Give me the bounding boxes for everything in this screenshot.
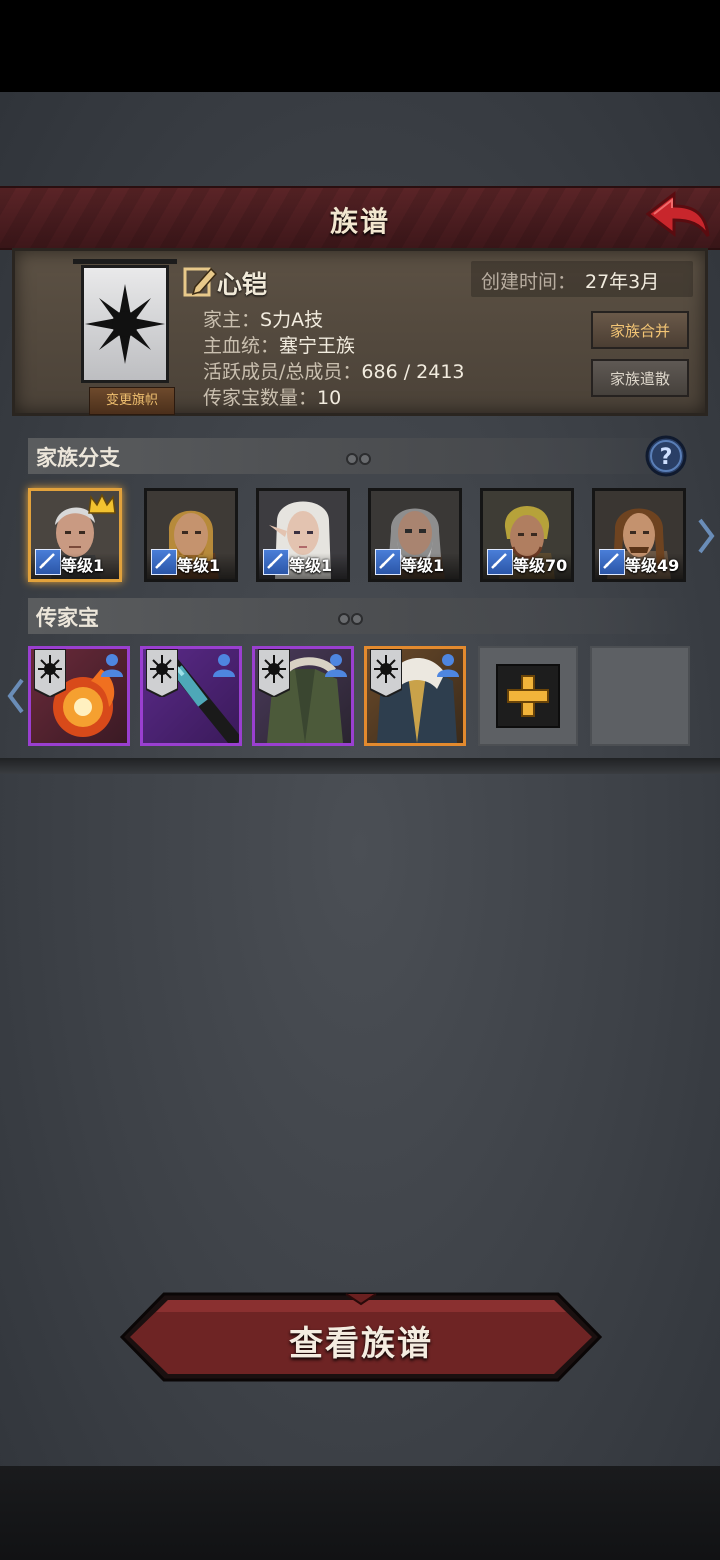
bloodline-label: 主血统： (203, 335, 280, 357)
family-merge-button[interactable]: 家族合并 (591, 311, 689, 349)
heirloom-add-slot (478, 646, 578, 746)
heirloom-count-line: 传家宝数量：10 (203, 383, 341, 410)
sun-emblem-icon (85, 284, 165, 364)
sword-class-icon (599, 549, 625, 575)
heirloom-count-label: 传家宝数量： (203, 387, 318, 409)
plus-icon (507, 675, 549, 717)
page-title: 族谱 (329, 205, 390, 238)
member-level: 等级49 (625, 556, 680, 575)
branch-member-card[interactable]: 等级1 (144, 488, 238, 582)
svg-text:?: ? (660, 445, 673, 470)
owner-person-icon (437, 654, 459, 677)
owner-person-icon (213, 654, 235, 677)
head-value: S力A技 (260, 309, 324, 331)
title-bar: 族谱 (0, 186, 720, 250)
owner-person-icon (325, 654, 347, 677)
bloodline-line: 主血统：塞宁王族 (203, 331, 355, 358)
add-heirloom-button[interactable] (496, 664, 560, 728)
branch-member-card[interactable]: 等级1 (368, 488, 462, 582)
branch-member-card[interactable]: 等级1 (28, 488, 122, 582)
members-value: 686 / 2413 (361, 361, 465, 383)
heirloom-item[interactable] (28, 646, 130, 746)
family-head-line: 家主：S力A技 (203, 305, 323, 332)
heirloom-count-value: 10 (317, 387, 342, 409)
family-flag-icon (370, 649, 402, 697)
family-flag-icon (34, 649, 66, 697)
member-level: 等级1 (61, 556, 105, 575)
sword-class-icon (375, 549, 401, 575)
member-level: 等级1 (401, 556, 445, 575)
prev-page-arrow-icon[interactable] (6, 676, 26, 716)
next-page-arrow-icon[interactable] (696, 516, 716, 556)
branch-member-card[interactable]: 等级49 (592, 488, 686, 582)
sword-class-icon (487, 549, 513, 575)
page-indicator (338, 610, 378, 625)
family-name: 心铠 (217, 270, 268, 299)
branch-member-card[interactable]: 等级70 (480, 488, 574, 582)
members-label: 活跃成员/总成员： (203, 361, 362, 383)
branch-member-card[interactable]: 等级1 (256, 488, 350, 582)
bloodline-value: 塞宁王族 (279, 335, 356, 357)
family-disband-button[interactable]: 家族遣散 (591, 359, 689, 397)
creation-time: 创建时间： 27年3月 (471, 261, 693, 297)
created-value: 27年3月 (585, 271, 660, 293)
head-label: 家主： (203, 309, 261, 331)
member-level: 等级1 (177, 556, 221, 575)
member-level: 等级70 (513, 556, 568, 575)
heirloom-item[interactable] (252, 646, 354, 746)
leader-crown-icon (88, 493, 116, 514)
sword-class-icon (263, 549, 289, 575)
edit-name-icon[interactable] (183, 265, 217, 299)
family-flag-icon (258, 649, 290, 697)
back-arrow-icon[interactable] (644, 188, 712, 244)
view-family-tree-button[interactable]: 查看族谱 (120, 1290, 602, 1384)
section-divider (0, 758, 720, 774)
family-info-panel: 变更旗帜 心铠 创建时间： 27年3月 家主：S力A技 主血统：塞宁王族 活跃成… (12, 248, 708, 416)
family-flag-icon (146, 649, 178, 697)
members-line: 活跃成员/总成员：686 / 2413 (203, 357, 465, 384)
view-family-tree-label: 查看族谱 (289, 1324, 433, 1364)
heirlooms-header: 传家宝 (28, 598, 688, 634)
change-banner-button[interactable]: 变更旗帜 (89, 387, 175, 415)
sword-class-icon (151, 549, 177, 575)
page-indicator (346, 450, 386, 465)
branches-header: 家族分支 ? (28, 435, 688, 477)
help-icon[interactable]: ? (644, 434, 688, 478)
heirloom-empty-slot (590, 646, 690, 746)
sword-class-icon (35, 549, 61, 575)
bottom-bar (0, 1466, 720, 1560)
created-label: 创建时间： (481, 271, 577, 293)
owner-person-icon (101, 654, 123, 677)
heirloom-item[interactable] (364, 646, 466, 746)
branches-title: 家族分支 (36, 446, 120, 470)
heirloom-item[interactable] (140, 646, 242, 746)
heirlooms-title: 传家宝 (36, 606, 99, 630)
member-level: 等级1 (289, 556, 333, 575)
